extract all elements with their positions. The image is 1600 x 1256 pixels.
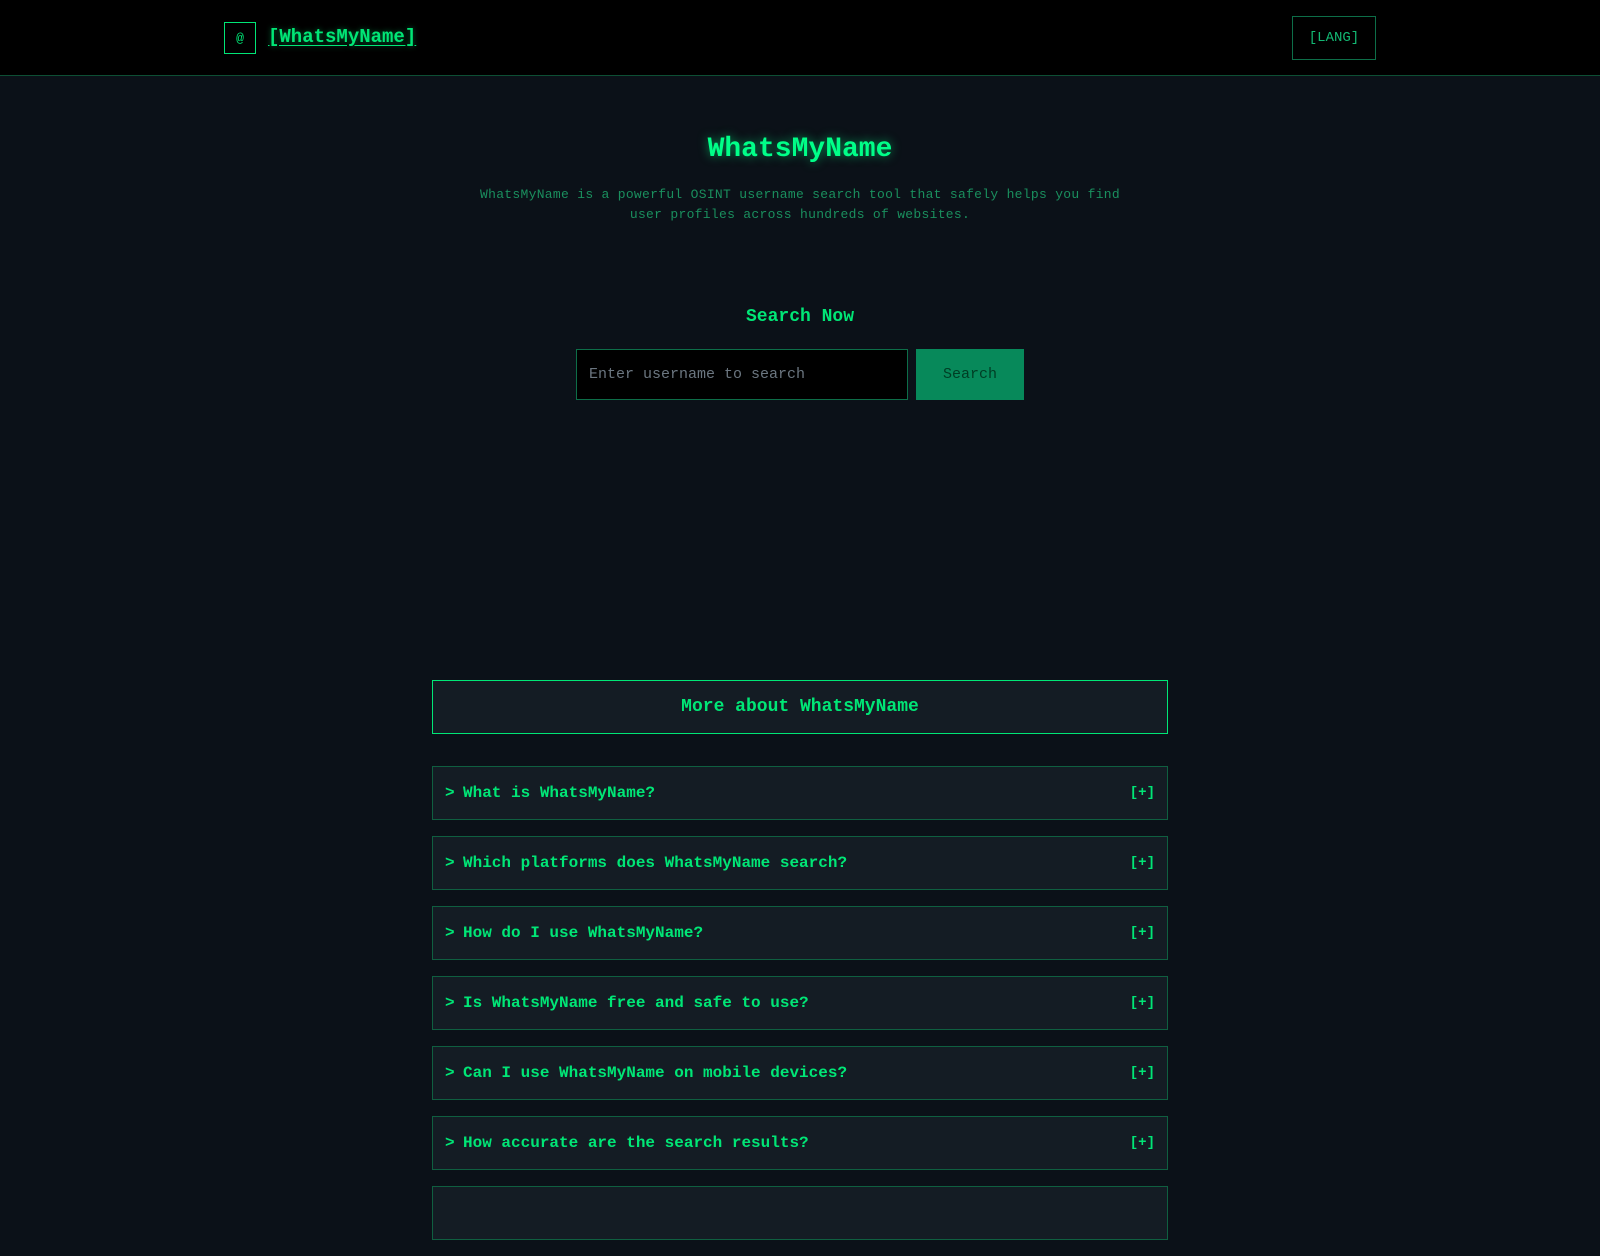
faq-question: How do I use WhatsMyName?	[463, 924, 704, 942]
faq-question: Is WhatsMyName free and safe to use?	[463, 994, 809, 1012]
expand-icon[interactable]: [+]	[1130, 855, 1155, 871]
chevron-right-icon: >	[445, 924, 455, 942]
expand-icon[interactable]: [+]	[1130, 995, 1155, 1011]
expand-icon[interactable]: [+]	[1130, 925, 1155, 941]
username-search-input[interactable]	[576, 349, 908, 400]
faq-question: Which platforms does WhatsMyName search?	[463, 854, 848, 872]
faq-item-accuracy[interactable]: > How accurate are the search results? […	[432, 1116, 1168, 1170]
more-about-heading: More about WhatsMyName	[432, 680, 1168, 734]
top-navbar: @ [WhatsMyName] [LANG]	[0, 0, 1600, 76]
chevron-right-icon: >	[445, 854, 455, 872]
faq-item-platforms[interactable]: > Which platforms does WhatsMyName searc…	[432, 836, 1168, 890]
faq-item-how-to-use[interactable]: > How do I use WhatsMyName? [+]	[432, 906, 1168, 960]
chevron-right-icon: >	[445, 784, 455, 802]
expand-icon[interactable]: [+]	[1130, 1135, 1155, 1151]
chevron-right-icon: >	[445, 1134, 455, 1152]
search-heading: Search Now	[745, 307, 855, 327]
faq-item-partial[interactable]	[432, 1186, 1168, 1240]
search-button[interactable]: Search	[916, 349, 1024, 400]
expand-icon[interactable]: [+]	[1130, 785, 1155, 801]
page-description: WhatsMyName is a powerful OSINT username…	[480, 187, 1120, 222]
at-sign-icon[interactable]: @	[224, 22, 256, 54]
faq-item-free-safe[interactable]: > Is WhatsMyName free and safe to use? […	[432, 976, 1168, 1030]
faq-question: What is WhatsMyName?	[463, 784, 656, 802]
page-title: WhatsMyName	[707, 134, 893, 165]
chevron-right-icon: >	[445, 994, 455, 1012]
faq-question: Can I use WhatsMyName on mobile devices?	[463, 1064, 848, 1082]
brand-link[interactable]: [WhatsMyName]	[268, 24, 416, 50]
faq-list: > What is WhatsMyName? [+] > Which platf…	[432, 766, 1168, 1256]
expand-icon[interactable]: [+]	[1130, 1065, 1155, 1081]
language-button[interactable]: [LANG]	[1292, 16, 1376, 60]
faq-item-mobile[interactable]: > Can I use WhatsMyName on mobile device…	[432, 1046, 1168, 1100]
faq-question: How accurate are the search results?	[463, 1134, 809, 1152]
faq-item-what-is[interactable]: > What is WhatsMyName? [+]	[432, 766, 1168, 820]
chevron-right-icon: >	[445, 1064, 455, 1082]
